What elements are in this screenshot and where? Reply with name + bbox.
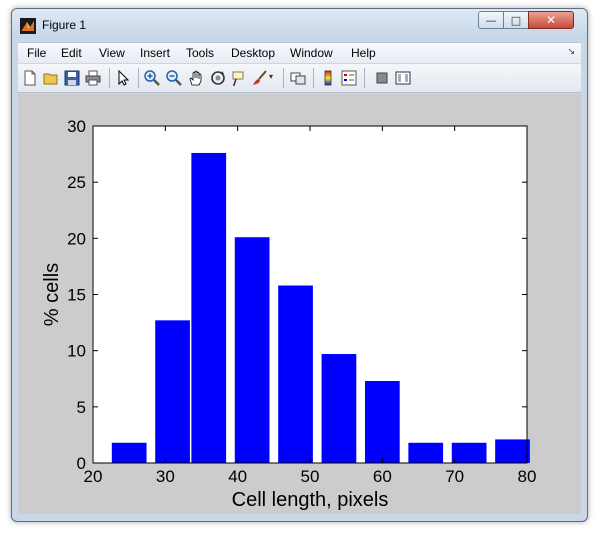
minimize-button[interactable]: — <box>478 11 504 29</box>
toolbar-separator <box>138 68 139 88</box>
chart-bar[interactable] <box>495 439 530 463</box>
menu-insert[interactable]: Insert <box>140 46 170 60</box>
menu-window[interactable]: Window <box>290 46 333 60</box>
y-tick-label: 5 <box>77 398 86 417</box>
hide-plot-tools-icon[interactable] <box>374 70 390 86</box>
x-tick-label: 50 <box>301 467 320 486</box>
menu-tools[interactable]: Tools <box>186 46 214 60</box>
insert-legend-icon[interactable] <box>341 70 357 86</box>
y-tick-label: 20 <box>67 229 86 248</box>
chart-bar[interactable] <box>155 320 190 463</box>
menu-help[interactable]: Help <box>351 46 376 60</box>
edit-plot-icon[interactable] <box>116 70 132 86</box>
menu-desktop[interactable]: Desktop <box>231 46 275 60</box>
x-tick-label: 70 <box>445 467 464 486</box>
chart-bar[interactable] <box>278 285 313 463</box>
y-tick-label: 10 <box>67 342 86 361</box>
y-tick-label: 15 <box>67 286 86 305</box>
pan-icon[interactable] <box>188 70 204 86</box>
chart-bar[interactable] <box>111 442 147 463</box>
figure-canvas: 20 30 40 50 60 70 80 0 5 10 15 20 25 30 Cell length, p… <box>18 94 581 514</box>
zoom-in-icon[interactable] <box>144 70 160 86</box>
chart-bar[interactable] <box>408 442 444 463</box>
y-axis-label: % cells <box>41 263 63 326</box>
figure-window: Figure 1 — □ ✕ File Edit View Insert Too… <box>11 8 588 522</box>
chart-bar[interactable] <box>364 380 400 463</box>
x-axis-label: Cell length, pixels <box>232 489 389 511</box>
new-figure-icon[interactable] <box>22 70 38 86</box>
maximize-button[interactable]: □ <box>503 11 529 29</box>
rotate-3d-icon[interactable] <box>210 70 226 86</box>
x-tick-label: 60 <box>373 467 392 486</box>
x-tick-label: 30 <box>156 467 175 486</box>
menu-edit[interactable]: Edit <box>61 46 82 60</box>
close-button[interactable]: ✕ <box>528 11 574 29</box>
x-tick-label: 80 <box>518 467 537 486</box>
zoom-out-icon[interactable] <box>166 70 182 86</box>
insert-colorbar-icon[interactable] <box>320 70 336 86</box>
figure-toolbar: ▾ <box>18 64 581 93</box>
y-tick-label: 25 <box>67 173 86 192</box>
print-icon[interactable] <box>85 70 101 86</box>
toolbar-separator <box>313 68 314 88</box>
toolbar-separator <box>364 68 365 88</box>
x-tick-label: 20 <box>84 467 103 486</box>
menu-file[interactable]: File <box>27 46 46 60</box>
menu-dock-arrow-icon[interactable]: ↘ <box>567 46 575 57</box>
window-title: Figure 1 <box>42 18 87 32</box>
title-bar[interactable]: Figure 1 — □ ✕ <box>12 9 587 39</box>
matlab-icon <box>20 18 36 34</box>
menu-view[interactable]: View <box>99 46 125 60</box>
x-tick-label: 40 <box>228 467 247 486</box>
show-plot-tools-icon[interactable] <box>395 70 411 86</box>
save-icon[interactable] <box>64 70 80 86</box>
open-file-icon[interactable] <box>43 70 59 86</box>
chart-bar[interactable] <box>191 152 227 463</box>
toolbar-separator <box>283 68 284 88</box>
brush-icon[interactable] <box>252 70 268 86</box>
y-tick-label: 30 <box>67 117 86 136</box>
bar-chart[interactable]: 20 30 40 50 60 70 80 0 5 10 15 20 25 30 Cell length, p… <box>18 94 581 514</box>
toolbar-separator <box>109 68 110 88</box>
link-plot-icon[interactable] <box>290 70 306 86</box>
chart-bar[interactable] <box>451 442 487 463</box>
data-cursor-icon[interactable] <box>231 70 247 86</box>
y-tick-label: 0 <box>77 454 86 473</box>
menu-bar: File Edit View Insert Tools Desktop Wind… <box>18 42 581 63</box>
chart-bar[interactable] <box>321 354 357 463</box>
chart-bar[interactable] <box>234 237 270 463</box>
